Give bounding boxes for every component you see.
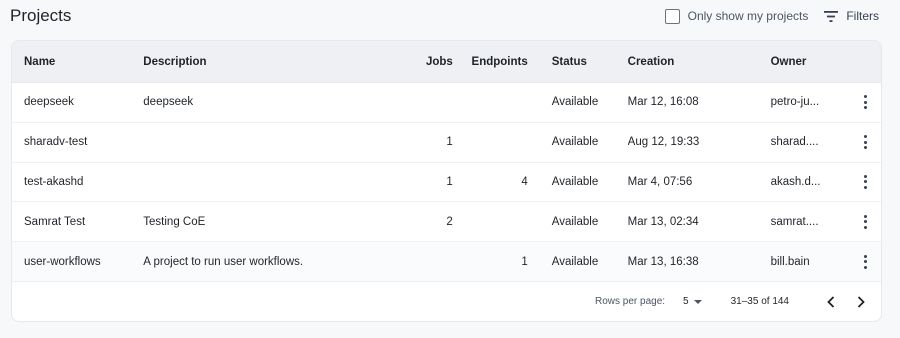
cell-creation: Mar 12, 16:08 [627, 96, 699, 109]
cell-owner: bill.bain [770, 255, 810, 268]
cell-name[interactable]: user-workflows [12, 256, 143, 268]
column-header-name[interactable]: Name [12, 56, 143, 68]
row-menu-button[interactable] [849, 254, 881, 269]
column-header-creation[interactable]: Creation [628, 56, 771, 68]
cell-name[interactable]: test-akashd [12, 176, 143, 188]
filters-button[interactable]: Filters [824, 9, 879, 23]
caret-down-icon [693, 299, 702, 304]
previous-page-button[interactable] [821, 292, 841, 312]
cell-endpoints: 4 [521, 175, 528, 188]
cell-creation: Aug 12, 19:33 [627, 136, 700, 149]
table-row[interactable]: deepseek deepseek Available Mar 12, 16:0… [12, 83, 881, 123]
cell-owner: sharad.... [770, 136, 819, 149]
cell-creation: Mar 4, 07:56 [627, 175, 693, 188]
filter-icon [824, 10, 839, 22]
only-my-projects-checkbox[interactable] [664, 8, 680, 24]
only-my-projects-label: Only show my projects [687, 9, 809, 23]
chevron-left-icon [827, 296, 835, 308]
cell-jobs: 2 [446, 215, 453, 228]
rows-per-page-label: Rows per page: [595, 296, 666, 308]
more-vertical-icon [863, 135, 867, 150]
cell-creation: Mar 13, 16:38 [627, 255, 699, 268]
filters-label: Filters [846, 9, 879, 23]
more-vertical-icon [863, 174, 867, 189]
rows-per-page-value: 5 [683, 296, 689, 308]
column-header-endpoints[interactable]: Endpoints [453, 56, 528, 68]
cell-creation: Mar 13, 02:34 [627, 215, 699, 228]
column-header-jobs[interactable]: Jobs [366, 56, 453, 68]
cell-owner: akash.d... [770, 175, 821, 188]
cell-description: Testing CoE [143, 215, 206, 228]
row-menu-button[interactable] [849, 214, 881, 229]
pagination-range: 31–35 of 144 [730, 296, 789, 308]
table-row[interactable]: Samrat Test Testing CoE 2 Available Mar … [12, 202, 881, 243]
row-menu-button[interactable] [849, 135, 881, 150]
chevron-right-icon [857, 296, 865, 308]
table-row[interactable]: test-akashd 1 4 Available Mar 4, 07:56 a… [12, 163, 881, 203]
more-vertical-icon [863, 254, 867, 269]
cell-status: Available [551, 255, 599, 268]
more-vertical-icon [863, 214, 867, 229]
cell-jobs: 1 [446, 136, 453, 149]
table-header: Name Description Jobs Endpoints Status C… [12, 41, 881, 83]
row-menu-button[interactable] [849, 95, 881, 110]
only-my-projects-toggle[interactable]: Only show my projects [664, 8, 809, 24]
cell-status: Available [551, 215, 599, 228]
toolbar: Only show my projects Filters [664, 7, 879, 25]
cell-owner: samrat.... [770, 215, 819, 228]
column-header-owner[interactable]: Owner [771, 56, 850, 68]
page-title: Projects [10, 6, 72, 25]
cell-name[interactable]: sharadv-test [12, 136, 143, 148]
cell-jobs: 1 [446, 175, 453, 188]
table-row[interactable]: user-workflows A project to run user wor… [12, 242, 881, 282]
cell-status: Available [551, 96, 599, 109]
cell-description: deepseek [143, 96, 194, 109]
table-row[interactable]: sharadv-test 1 Available Aug 12, 19:33 s… [12, 123, 881, 163]
next-page-button[interactable] [851, 292, 871, 312]
cell-name[interactable]: Samrat Test [12, 216, 143, 228]
column-header-status[interactable]: Status [528, 56, 628, 68]
projects-table: Name Description Jobs Endpoints Status C… [11, 40, 882, 322]
rows-per-page-select[interactable]: 5 [683, 296, 703, 307]
row-menu-button[interactable] [849, 174, 881, 189]
column-header-description[interactable]: Description [143, 56, 366, 68]
cell-status: Available [551, 136, 599, 149]
more-vertical-icon [863, 95, 867, 110]
cell-owner: petro-ju... [770, 96, 820, 109]
table-body: deepseek deepseek Available Mar 12, 16:0… [12, 83, 881, 282]
table-pagination: Rows per page: 5 31–35 of 144 [12, 282, 881, 321]
cell-name[interactable]: deepseek [12, 96, 143, 108]
cell-description: A project to run user workflows. [143, 255, 304, 268]
cell-endpoints: 1 [521, 255, 528, 268]
cell-status: Available [551, 175, 599, 188]
